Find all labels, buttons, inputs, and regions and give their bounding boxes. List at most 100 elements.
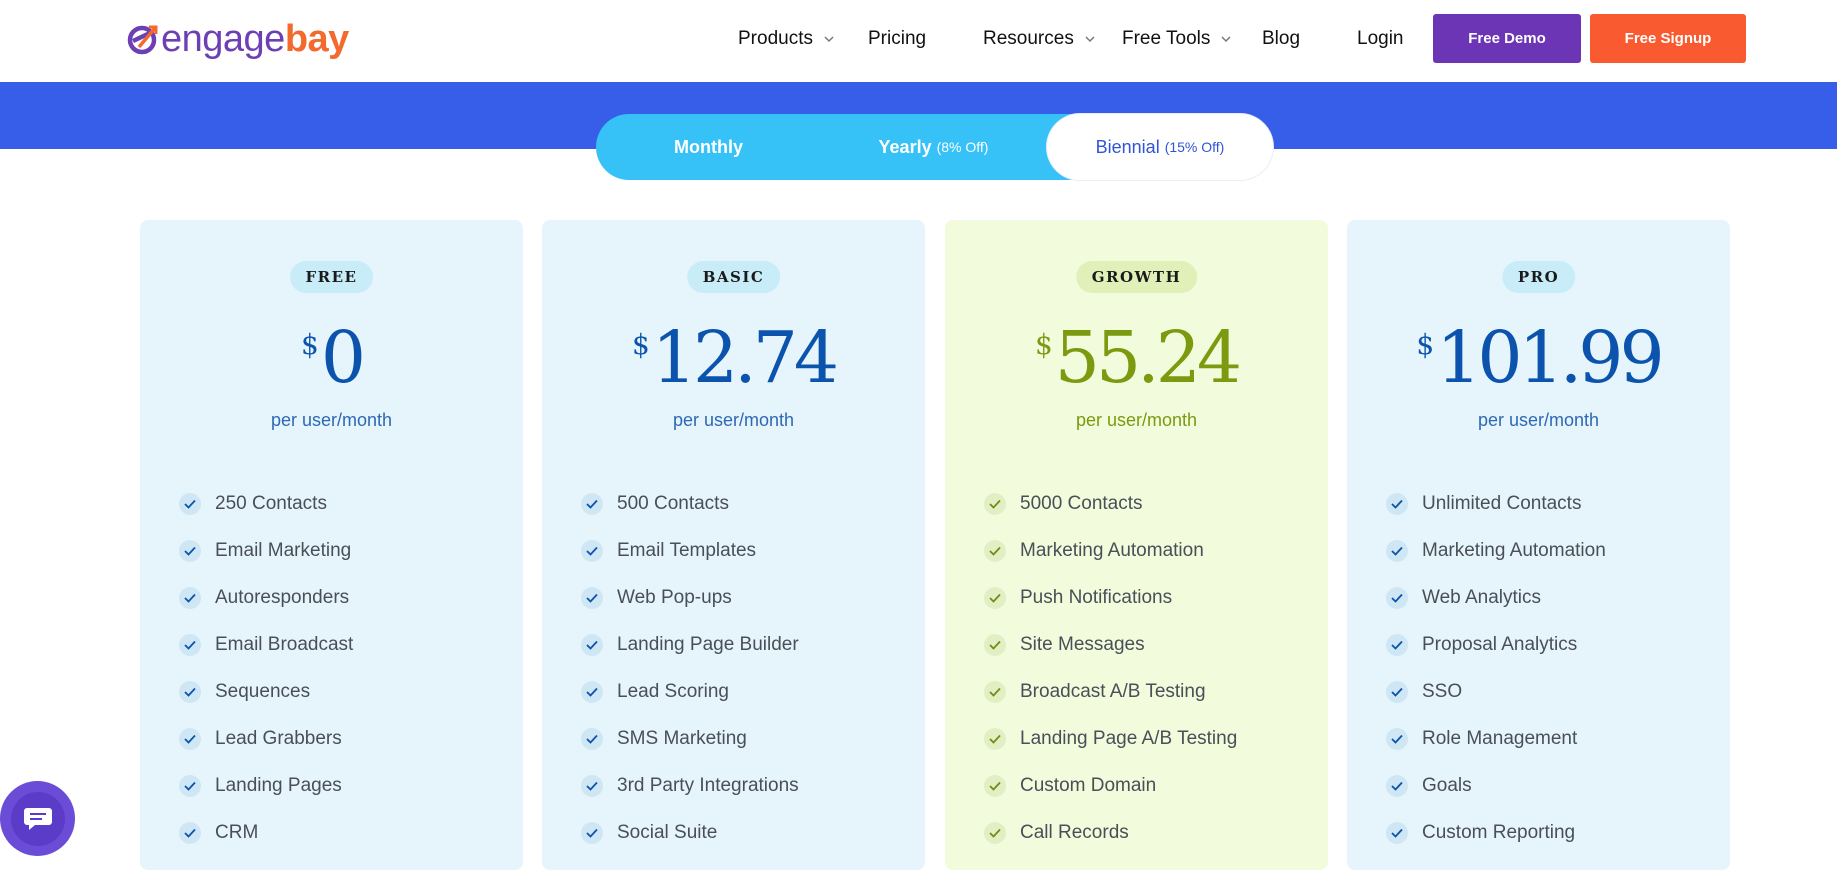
plan-card-free: FREE $ 0 per user/month 250 Contacts Emai… (140, 220, 523, 870)
nav-resources-label: Resources (983, 28, 1074, 49)
feature-label: Call Records (1020, 821, 1129, 843)
plan-price: $ 0 (140, 322, 523, 393)
check-icon (581, 492, 603, 515)
feature-item: Sequences (179, 668, 353, 715)
feature-list: 500 Contacts Email Templates Web Pop-ups La… (581, 480, 799, 856)
chat-widget-button[interactable] (0, 781, 75, 856)
nav-blog-label: Blog (1262, 28, 1301, 49)
nav-blog[interactable]: Blog (1262, 0, 1300, 78)
plan-card-basic: BASIC $ 12.74 per user/month 500 Contact… (542, 220, 925, 870)
check-icon (581, 586, 603, 609)
nav-free-tools[interactable]: Free Tools (1122, 0, 1232, 78)
feature-label: Goals (1422, 774, 1472, 796)
feature-item: 250 Contacts (179, 480, 353, 527)
feature-item: SMS Marketing (581, 715, 799, 762)
chevron-down-icon (1221, 36, 1231, 43)
check-icon (984, 774, 1006, 797)
chevron-down-icon (1085, 36, 1095, 43)
price-period: per user/month (672, 410, 795, 430)
site-header: engagebay Products Pricing Resources Fre… (0, 0, 1837, 82)
feature-item: Autoresponders (179, 574, 353, 621)
feature-item: Custom Domain (984, 762, 1237, 809)
check-icon (179, 821, 201, 844)
feature-item: Goals (1386, 762, 1606, 809)
check-icon (1386, 586, 1408, 609)
feature-item: Role Management (1386, 715, 1606, 762)
check-icon (581, 727, 603, 750)
feature-label: Web Analytics (1422, 586, 1541, 608)
check-icon (984, 539, 1006, 562)
plan-name-badge: PRO (1501, 261, 1576, 293)
check-icon (984, 492, 1006, 515)
feature-label: Proposal Analytics (1422, 633, 1578, 655)
plan-price: $ 12.74 (542, 322, 925, 393)
chevron-down-icon (824, 36, 834, 43)
check-icon (581, 821, 603, 844)
check-icon (984, 633, 1006, 656)
nav-login[interactable]: Login (1357, 0, 1404, 78)
feature-label: Sequences (215, 680, 311, 702)
plan-price: $ 55.24 (945, 322, 1328, 393)
toggle-monthly[interactable]: Monthly (596, 114, 821, 180)
feature-item: Email Broadcast (179, 621, 353, 668)
feature-label: 3rd Party Integrations (617, 774, 799, 796)
nav-pricing-label: Pricing (868, 28, 927, 49)
nav-free-tools-label: Free Tools (1122, 28, 1211, 49)
price-amount: 101.99 (1436, 316, 1664, 399)
free-demo-button[interactable]: Free Demo (1433, 14, 1581, 63)
nav-pricing[interactable]: Pricing (868, 0, 926, 78)
plan-name-badge: FREE (289, 261, 374, 293)
feature-list: 5000 Contacts Marketing Automation Push No… (984, 480, 1237, 856)
nav-products[interactable]: Products (738, 0, 835, 78)
toggle-biennial-discount: (15% Off) (1164, 139, 1225, 155)
feature-label: Custom Reporting (1422, 821, 1576, 843)
plan-name-badge: GROWTH (1075, 261, 1198, 293)
feature-item: Custom Reporting (1386, 809, 1606, 856)
feature-item: Landing Page A/B Testing (984, 715, 1237, 762)
feature-item: Landing Pages (179, 762, 353, 809)
check-icon (179, 492, 201, 515)
check-icon (984, 586, 1006, 609)
feature-label: Email Templates (617, 539, 757, 561)
toggle-yearly-discount: (8% Off) (936, 139, 989, 155)
feature-label: Web Pop-ups (617, 586, 732, 608)
check-icon (1386, 539, 1408, 562)
engagebay-logo[interactable]: engagebay (125, 18, 349, 60)
feature-item: Site Messages (984, 621, 1237, 668)
check-icon (179, 586, 201, 609)
check-icon (1386, 633, 1408, 656)
feature-label: SSO (1422, 680, 1463, 702)
feature-item: 5000 Contacts (984, 480, 1237, 527)
feature-label: 500 Contacts (617, 492, 729, 514)
feature-item: Social Suite (581, 809, 799, 856)
feature-label: Landing Pages (215, 774, 342, 796)
feature-label: Role Management (1422, 727, 1578, 749)
toggle-biennial[interactable]: Biennial (15% Off) (1047, 114, 1273, 180)
check-icon (984, 680, 1006, 703)
feature-label: Autoresponders (215, 586, 350, 608)
feature-item: Marketing Automation (1386, 527, 1606, 574)
price-currency: $ (631, 328, 650, 361)
check-icon (1386, 774, 1408, 797)
check-icon (1386, 727, 1408, 750)
nav-resources[interactable]: Resources (983, 0, 1096, 78)
feature-label: Email Broadcast (215, 633, 354, 655)
check-icon (581, 633, 603, 656)
feature-label: Lead Scoring (617, 680, 729, 702)
free-signup-button[interactable]: Free Signup (1590, 14, 1746, 63)
price-amount: 12.74 (651, 316, 839, 399)
feature-item: CRM (179, 809, 353, 856)
feature-item: Broadcast A/B Testing (984, 668, 1237, 715)
price-amount: 0 (320, 316, 366, 399)
feature-label: Marketing Automation (1422, 539, 1606, 561)
feature-item: SSO (1386, 668, 1606, 715)
logo-mark-icon (127, 25, 158, 55)
feature-item: Web Pop-ups (581, 574, 799, 621)
check-icon (1386, 680, 1408, 703)
nav-login-label: Login (1357, 28, 1404, 49)
check-icon (179, 539, 201, 562)
feature-label: CRM (215, 821, 259, 843)
check-icon (984, 821, 1006, 844)
toggle-yearly[interactable]: Yearly (8% Off) (821, 114, 1046, 180)
feature-label: Landing Page Builder (617, 633, 799, 655)
